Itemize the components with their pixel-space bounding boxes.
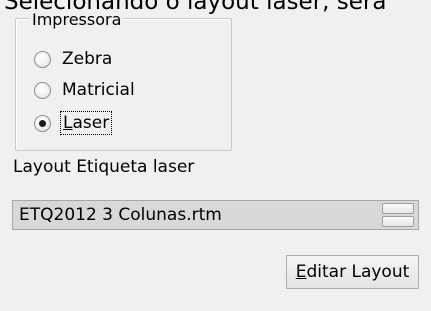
radio-option-matricial[interactable]: Matricial xyxy=(34,78,135,102)
radio-option-laser[interactable]: Laser xyxy=(34,111,113,135)
radio-button-zebra[interactable] xyxy=(34,50,51,68)
radio-label-zebra: Zebra xyxy=(62,49,113,69)
spinner-down-button[interactable] xyxy=(382,216,414,227)
radio-label-laser: Laser xyxy=(59,111,113,135)
layout-label: Layout Etiqueta laser xyxy=(13,157,195,177)
radio-button-laser[interactable] xyxy=(34,114,51,132)
layout-select[interactable]: ETQ2012 3 Colunas.rtm xyxy=(12,200,419,230)
layout-select-spinner[interactable] xyxy=(382,203,414,227)
edit-layout-button-label: Editar Layout xyxy=(295,262,410,282)
radio-option-zebra[interactable]: Zebra xyxy=(34,47,112,71)
spinner-up-button[interactable] xyxy=(382,203,414,214)
radio-label-matricial: Matricial xyxy=(62,80,135,100)
printer-group-label: Impressora xyxy=(30,10,124,29)
layout-select-value: ETQ2012 3 Colunas.rtm xyxy=(19,205,222,225)
radio-button-matricial[interactable] xyxy=(34,81,51,99)
edit-layout-button[interactable]: Editar Layout xyxy=(286,255,419,289)
radio-dot-laser xyxy=(39,119,46,127)
